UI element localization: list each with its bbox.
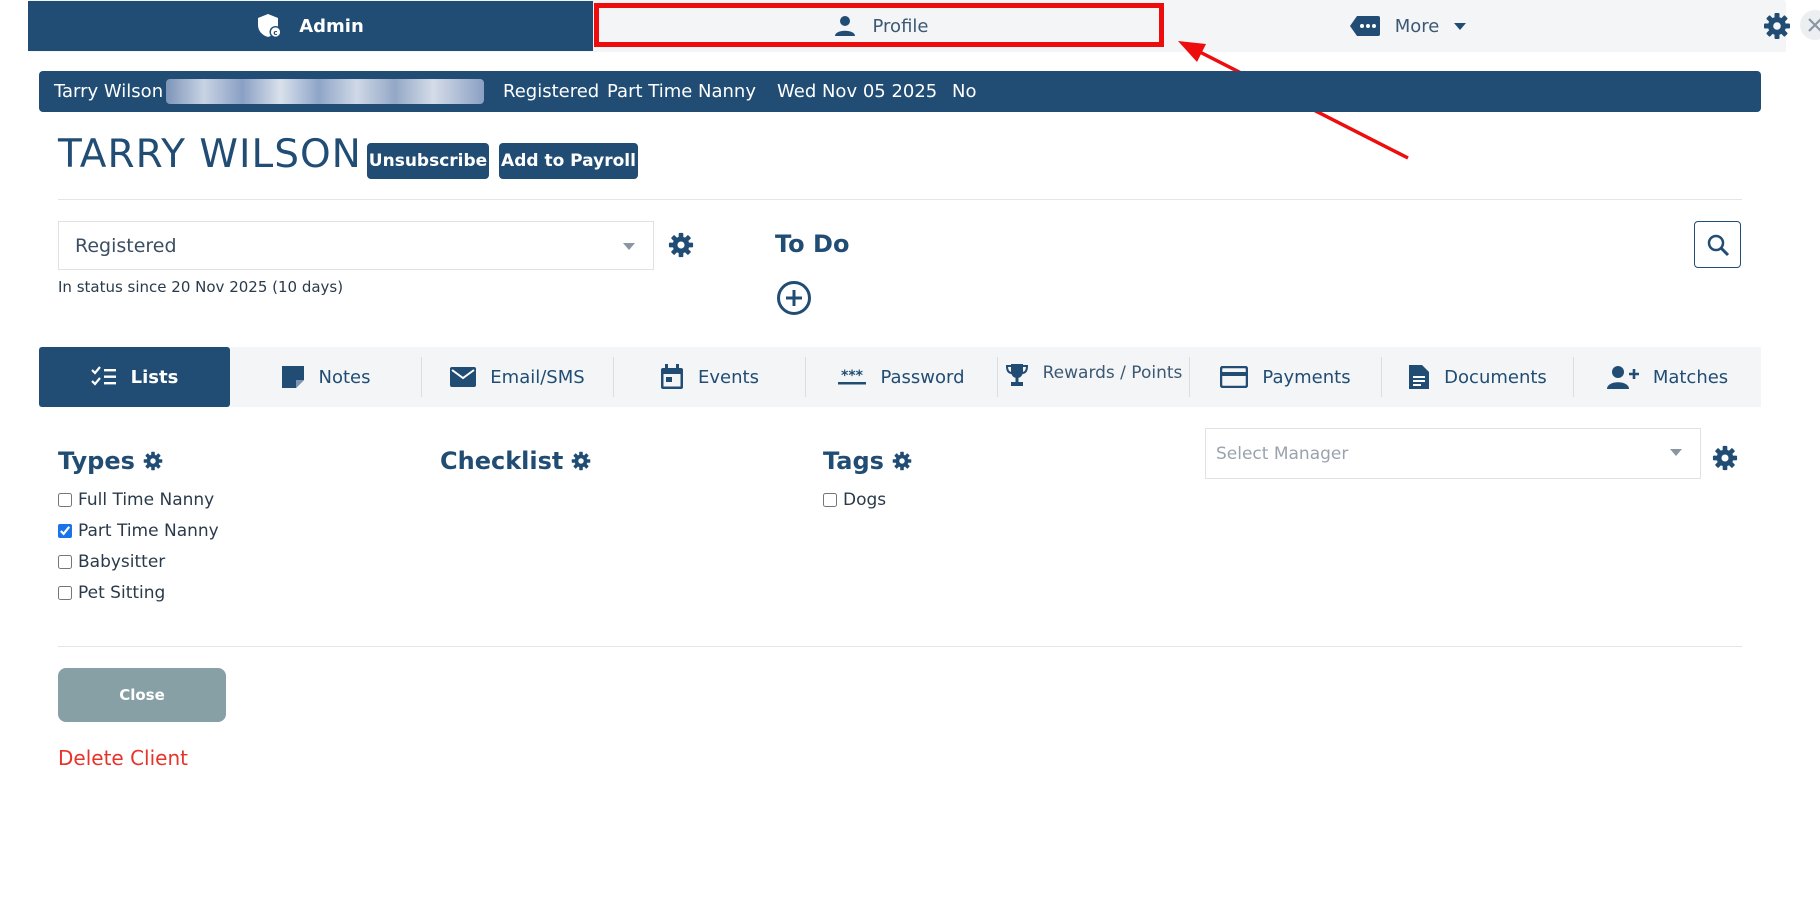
envelope-icon [450, 367, 477, 387]
type-option-label: Pet Sitting [78, 582, 166, 603]
settings-gear-icon[interactable] [1763, 12, 1791, 40]
search-button[interactable] [1694, 221, 1741, 268]
svg-text:c: c [274, 29, 278, 37]
tab-rewards-points-label: Rewards / Points [1042, 363, 1183, 383]
tags-title: Tags [823, 447, 884, 475]
info-type: Part Time Nanny [607, 81, 756, 102]
tab-events[interactable]: Events [614, 347, 805, 407]
manager-select[interactable]: Select Manager [1205, 428, 1701, 479]
status-settings-gear-icon[interactable] [668, 232, 694, 258]
client-info-bar: Tarry Wilson Registered Part Time Nanny … [39, 71, 1761, 112]
info-date: Wed Nov 05 2025 [777, 81, 938, 102]
tag-option-label: Dogs [843, 489, 887, 510]
tab-documents[interactable]: Documents [1382, 347, 1573, 407]
add-to-payroll-button[interactable]: Add to Payroll [499, 143, 638, 179]
tab-matches[interactable]: Matches [1574, 347, 1761, 407]
client-name-title: TARRY WILSON [58, 132, 362, 177]
type-checkbox[interactable] [58, 585, 72, 600]
tag-option-dogs[interactable]: Dogs [823, 484, 912, 515]
manager-placeholder: Select Manager [1216, 443, 1349, 464]
caret-down-icon [1670, 449, 1682, 456]
tags-section: Tags Dogs [823, 447, 912, 515]
delete-client-link[interactable]: Delete Client [58, 746, 188, 770]
highlight-box [594, 3, 1164, 47]
checklist-icon [90, 366, 117, 388]
type-option-label: Full Time Nanny [78, 489, 215, 510]
tab-events-label: Events [698, 366, 759, 388]
types-header: Types [58, 447, 219, 475]
tab-documents-label: Documents [1444, 366, 1547, 388]
checklist-section: Checklist [440, 447, 591, 475]
type-checkbox[interactable] [58, 523, 72, 538]
add-user-icon [1606, 365, 1639, 389]
type-checkbox[interactable] [58, 492, 72, 507]
chevron-down-icon [1453, 21, 1467, 31]
info-flag: No [952, 81, 977, 102]
status-since-text: In status since 20 Nov 2025 (10 days) [58, 278, 344, 296]
info-status: Registered [503, 81, 600, 102]
calendar-icon [660, 364, 684, 390]
tag-checkbox[interactable] [823, 492, 837, 507]
credit-card-icon [1220, 366, 1249, 388]
close-button[interactable]: Close [58, 668, 226, 722]
tags-header: Tags [823, 447, 912, 475]
tab-email-sms[interactable]: Email/SMS [422, 347, 613, 407]
types-list: Full Time Nanny Part Time Nanny Babysitt… [58, 484, 219, 608]
checklist-title: Checklist [440, 447, 564, 475]
tab-matches-label: Matches [1652, 366, 1729, 388]
type-option-label: Babysitter [78, 551, 166, 572]
svg-text:***: *** [841, 369, 864, 384]
more-tag-icon [1349, 14, 1381, 38]
caret-down-icon [623, 243, 635, 250]
tab-email-sms-label: Email/SMS [490, 366, 585, 388]
divider [58, 199, 1742, 200]
section-tabs: Lists Notes Email/SMS Events *** Passwor… [39, 347, 1761, 407]
tab-lists[interactable]: Lists [39, 347, 230, 407]
tab-lists-label: Lists [130, 366, 179, 388]
tab-payments-label: Payments [1262, 366, 1351, 388]
types-title: Types [58, 447, 135, 475]
tab-notes[interactable]: Notes [230, 347, 421, 407]
info-name: Tarry Wilson [54, 81, 164, 102]
admin-shield-icon: c [257, 13, 283, 39]
note-icon [281, 365, 305, 389]
status-value: Registered [75, 234, 177, 257]
tab-rewards-points[interactable]: Rewards / Points [998, 347, 1189, 407]
tab-admin-label: Admin [299, 15, 364, 37]
type-option-label: Part Time Nanny [78, 520, 219, 541]
manager-settings-gear-icon[interactable] [1712, 445, 1738, 471]
unsubscribe-button[interactable]: Unsubscribe [367, 143, 489, 179]
close-icon[interactable] [1800, 10, 1820, 40]
checklist-header: Checklist [440, 447, 591, 475]
divider [58, 646, 1742, 647]
tab-password-label: Password [880, 366, 965, 388]
status-select[interactable]: Registered [58, 221, 654, 270]
password-icon: *** [838, 369, 867, 385]
type-option-part-time-nanny[interactable]: Part Time Nanny [58, 515, 219, 546]
search-icon [1706, 233, 1730, 257]
type-option-full-time-nanny[interactable]: Full Time Nanny [58, 484, 219, 515]
type-checkbox[interactable] [58, 554, 72, 569]
tab-more-label: More [1394, 15, 1440, 37]
trophy-icon [1005, 363, 1029, 387]
tab-notes-label: Notes [318, 366, 371, 388]
add-todo-plus-icon[interactable] [776, 280, 812, 316]
type-option-pet-sitting[interactable]: Pet Sitting [58, 577, 219, 608]
checklist-settings-gear-icon[interactable] [571, 451, 591, 471]
tab-admin[interactable]: c Admin [28, 1, 593, 51]
tags-settings-gear-icon[interactable] [892, 451, 912, 471]
redacted-contact-info [166, 79, 484, 104]
tags-list: Dogs [823, 484, 912, 515]
todo-title: To Do [775, 230, 850, 258]
document-icon [1408, 364, 1430, 390]
type-option-babysitter[interactable]: Babysitter [58, 546, 219, 577]
types-section: Types Full Time Nanny Part Time Nanny Ba… [58, 447, 219, 608]
types-settings-gear-icon[interactable] [143, 451, 163, 471]
tab-password[interactable]: *** Password [806, 347, 997, 407]
tab-payments[interactable]: Payments [1190, 347, 1381, 407]
